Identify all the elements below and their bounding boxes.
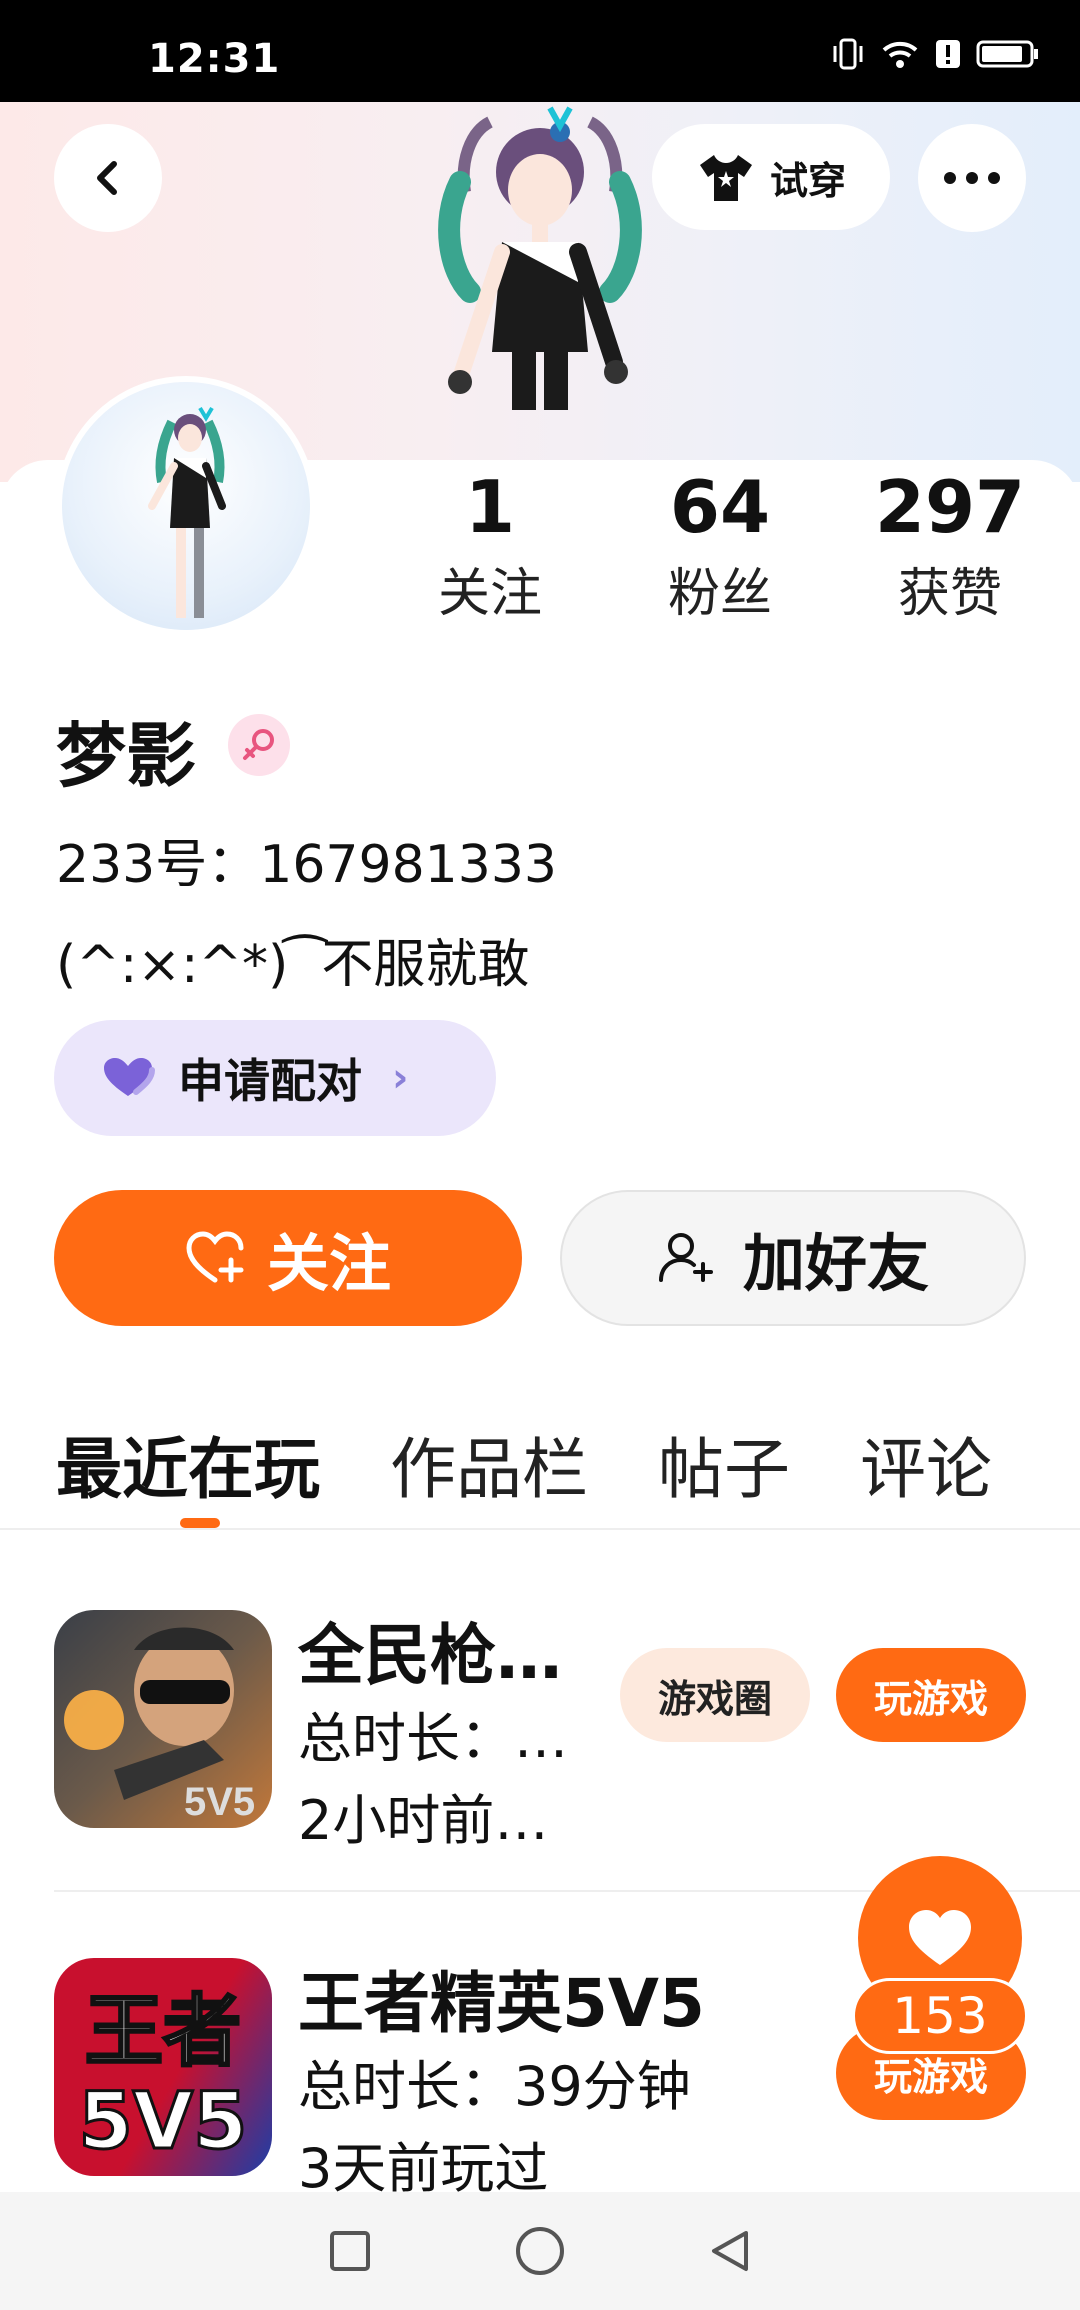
avatar[interactable]: [56, 376, 316, 636]
add-friend-label: 加好友: [742, 1227, 929, 1300]
user-name: 梦影: [56, 715, 196, 797]
chevron-left-icon: [97, 161, 117, 195]
play-game-button[interactable]: 玩游戏: [836, 1648, 1026, 1742]
tab-recently-played[interactable]: 最近在玩: [56, 1416, 320, 1512]
more-horizontal-icon: [944, 172, 1000, 184]
alert-icon: [936, 40, 960, 68]
tab-comments[interactable]: 评论: [860, 1416, 992, 1512]
back-nav-icon[interactable]: [706, 2227, 754, 2275]
status-time: 12:31: [148, 36, 281, 82]
add-friend-button[interactable]: 加好友: [560, 1190, 1026, 1326]
wifi-icon: [882, 41, 918, 68]
apply-pair-label: 申请配对: [178, 1054, 362, 1108]
character-figure: [438, 106, 642, 410]
wangzhe-game-art: 王者 5V5: [77, 1986, 249, 2169]
female-icon: [243, 729, 274, 760]
apply-pair-button[interactable]: 申请配对 ›: [54, 1020, 496, 1136]
chevron-right-icon: ›: [392, 1055, 409, 1101]
svg-text:5V5: 5V5: [79, 2077, 248, 2167]
stat-likes[interactable]: 297 获赞: [860, 462, 1040, 630]
more-button[interactable]: [918, 124, 1026, 232]
home-icon[interactable]: [514, 2225, 566, 2277]
game-title: 王者精英5V5: [298, 1965, 705, 2042]
heart-icon: [909, 1910, 971, 1965]
tab-posts[interactable]: 帖子: [658, 1416, 790, 1512]
stat-following[interactable]: 1 关注: [400, 462, 580, 630]
system-nav-bar: [0, 2192, 1080, 2310]
heart-plus-icon: [186, 1231, 244, 1283]
svg-text:5V5: 5V5: [184, 1780, 255, 1824]
recent-apps-icon[interactable]: [326, 2227, 374, 2275]
fans-count: 64: [669, 465, 771, 549]
user-id: 233号：167981333: [56, 835, 558, 895]
follow-button[interactable]: 关注: [54, 1190, 522, 1326]
shooter-game-art: 5V5: [64, 1627, 255, 1824]
status-icons: [830, 36, 1040, 72]
gender-badge: [228, 714, 290, 776]
game-duration: 总时长：…: [298, 1707, 568, 1770]
status-bar: 12:31: [0, 0, 1080, 102]
likes-count: 297: [874, 465, 1026, 549]
following-label: 关注: [437, 564, 542, 624]
game-title: 全民枪…: [298, 1617, 562, 1694]
vibrate-icon: [833, 38, 863, 70]
try-on-label: 试穿: [769, 158, 846, 203]
add-user-icon: [658, 1233, 713, 1282]
try-on-button[interactable]: 试穿: [652, 124, 890, 230]
tabs-divider: [0, 1528, 1080, 1530]
follow-label: 关注: [266, 1227, 391, 1300]
game-duration: 总时长：39分钟: [298, 2055, 691, 2118]
tshirt-icon: [699, 155, 752, 201]
like-count-badge: 153: [852, 1978, 1028, 2054]
game-icon-wangzhe: 王者 5V5: [54, 1958, 272, 2176]
double-heart-icon: [104, 1058, 155, 1096]
game-last-played: 2小时前…: [298, 1789, 549, 1852]
game-circle-button[interactable]: 游戏圈: [620, 1648, 810, 1742]
following-count: 1: [464, 465, 516, 549]
battery-icon: [976, 40, 1038, 68]
back-button[interactable]: [54, 124, 162, 232]
game-row[interactable]: 5V5 全民枪… 总时长：… 2小时前… 游戏圈 玩游戏: [0, 1560, 1080, 1860]
tab-active-indicator: [180, 1518, 220, 1528]
likes-label: 获赞: [897, 564, 1002, 624]
svg-text:王者: 王者: [85, 1987, 241, 2077]
user-bio: (^:×:^*) ͡ 不服就敢: [56, 935, 530, 995]
tab-works[interactable]: 作品栏: [390, 1416, 588, 1512]
stat-fans[interactable]: 64 粉丝: [630, 462, 810, 630]
fans-label: 粉丝: [667, 564, 772, 624]
profile-tabs: 最近在玩 作品栏 帖子 评论: [56, 1416, 992, 1512]
game-icon-quanmin: 5V5: [54, 1610, 272, 1828]
avatar-character-image: [148, 406, 226, 618]
